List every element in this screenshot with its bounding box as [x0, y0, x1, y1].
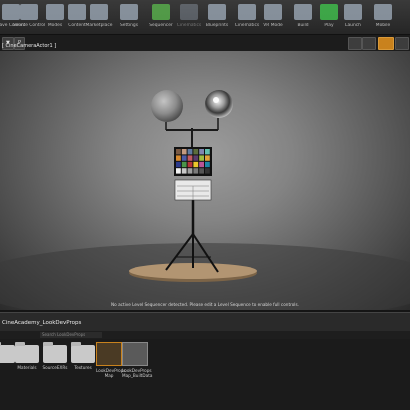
color-checker-swatch	[176, 168, 181, 174]
asset-tile[interactable]: Textures	[70, 342, 96, 370]
color-checker-swatch	[193, 149, 199, 155]
color-checker-swatch	[193, 168, 199, 174]
cinematics-icon	[180, 4, 198, 20]
sequencer-icon	[152, 4, 170, 20]
asset-label: Textures	[74, 365, 92, 370]
folder-icon	[0, 342, 15, 363]
color-checker-swatch	[199, 168, 204, 174]
folder-icon	[15, 342, 39, 363]
color-checker-swatch	[205, 155, 210, 161]
folder-icon	[43, 342, 67, 363]
mobile-icon	[374, 4, 392, 20]
asset-label: LookDevProps Map	[96, 368, 126, 378]
color-checker-swatch	[181, 161, 187, 168]
built-data-thumbnail-icon	[122, 342, 148, 366]
main-toolbar: Save CurrentSource ControlModesContentMa…	[0, 0, 410, 35]
color-checker-swatch	[205, 161, 210, 168]
color-checker-swatch	[187, 149, 193, 155]
level-viewport[interactable]	[0, 51, 410, 310]
color-checker-swatch	[193, 161, 199, 168]
toolbar-button-label: Mobile	[375, 23, 391, 28]
marketplace-icon	[90, 4, 108, 20]
color-checker-swatch	[205, 168, 210, 174]
color-checker-swatch	[176, 155, 181, 161]
asset-tile[interactable]: LookDevProps Map_BuiltData	[122, 342, 153, 378]
color-checker-swatch	[176, 149, 181, 155]
blueprints-icon	[208, 4, 226, 20]
asset-tile[interactable]: LookDevProps Map	[96, 342, 126, 378]
pilot-actor-label: [ CineCameraActor1 ]	[2, 43, 57, 49]
asset-label: SourceEXRs	[42, 365, 68, 370]
color-checker-swatch	[181, 168, 187, 174]
settings-icon	[120, 4, 138, 20]
viewport-status-message: No active Level Sequencer detected. Plea…	[111, 302, 299, 307]
color-checker-swatch	[181, 149, 187, 155]
folder-icon	[71, 342, 95, 363]
asset-tile[interactable]: Materials	[14, 342, 40, 370]
camera-speed-button[interactable]	[378, 37, 394, 50]
asset-label: LookDevProps Map_BuiltData	[122, 368, 153, 378]
map-thumbnail-icon	[96, 342, 122, 366]
color-checker-swatch	[193, 155, 199, 161]
color-checker-swatch	[187, 168, 193, 174]
vr-mode-icon	[264, 4, 282, 20]
launch-icon	[344, 4, 362, 20]
asset-tile[interactable]: SourceEXRs	[42, 342, 68, 370]
color-checker-swatch	[187, 155, 193, 161]
color-checker-swatch	[187, 161, 193, 168]
maximize-viewport-button[interactable]	[395, 37, 409, 50]
color-checker-swatch	[181, 155, 187, 161]
color-checker-swatch	[199, 149, 204, 155]
toolbar-button-15[interactable]: Mobile	[364, 1, 402, 34]
viewport-header: ▼ P	[0, 35, 410, 51]
color-checker-swatch	[199, 155, 204, 161]
color-checker-swatch	[199, 161, 204, 168]
color-checker-swatch	[176, 161, 181, 168]
content-browser-breadcrumb[interactable]: CineAcademy_LookDevProps	[2, 320, 81, 326]
viewport-scene	[0, 90, 410, 310]
color-checker-swatch	[205, 149, 210, 155]
grid-snap-button[interactable]	[348, 37, 362, 50]
content-browser-search-input[interactable]: Search LookDevProps	[40, 332, 102, 338]
grey-reference-sphere	[151, 90, 183, 122]
asset-label: Materials	[17, 365, 37, 370]
rotation-snap-button[interactable]	[362, 37, 376, 50]
chrome-reference-sphere	[205, 90, 233, 118]
